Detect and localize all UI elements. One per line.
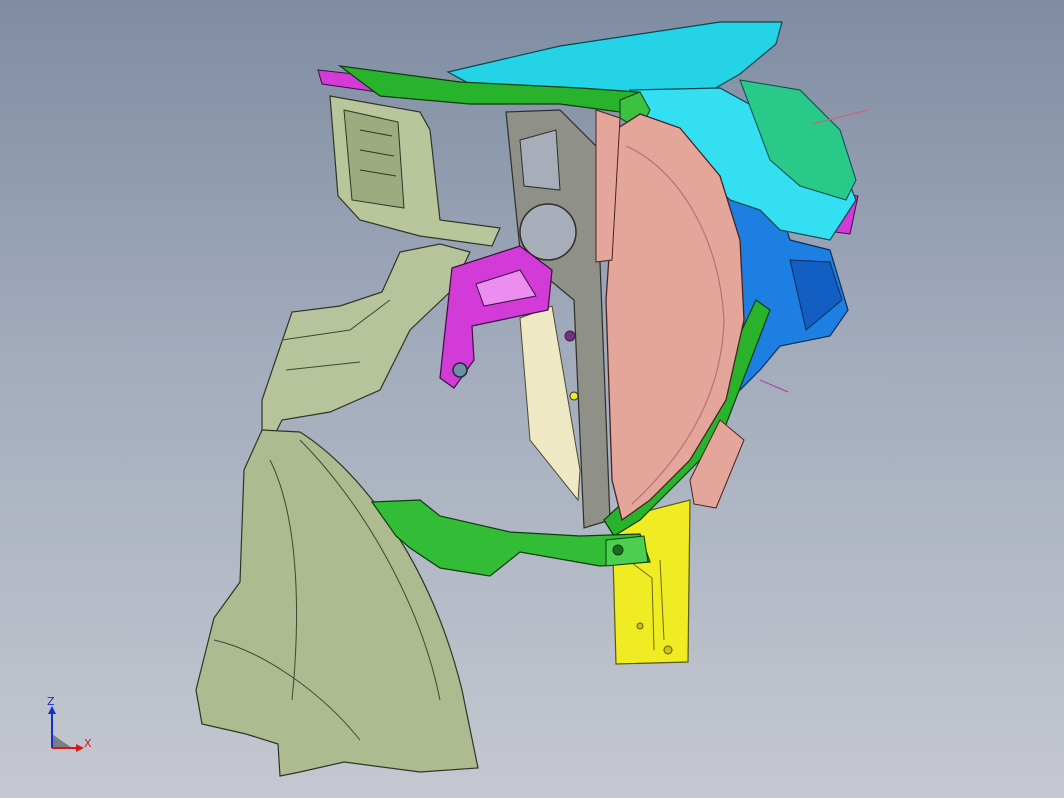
wheelhouse-liner[interactable]	[195, 95, 501, 777]
axis-x-label: X	[84, 737, 92, 750]
axis-triad: Z X	[38, 692, 98, 758]
cad-viewport[interactable]: Z X	[0, 0, 1064, 798]
axis-z-label: Z	[47, 695, 55, 708]
cad-model[interactable]	[0, 0, 1064, 798]
